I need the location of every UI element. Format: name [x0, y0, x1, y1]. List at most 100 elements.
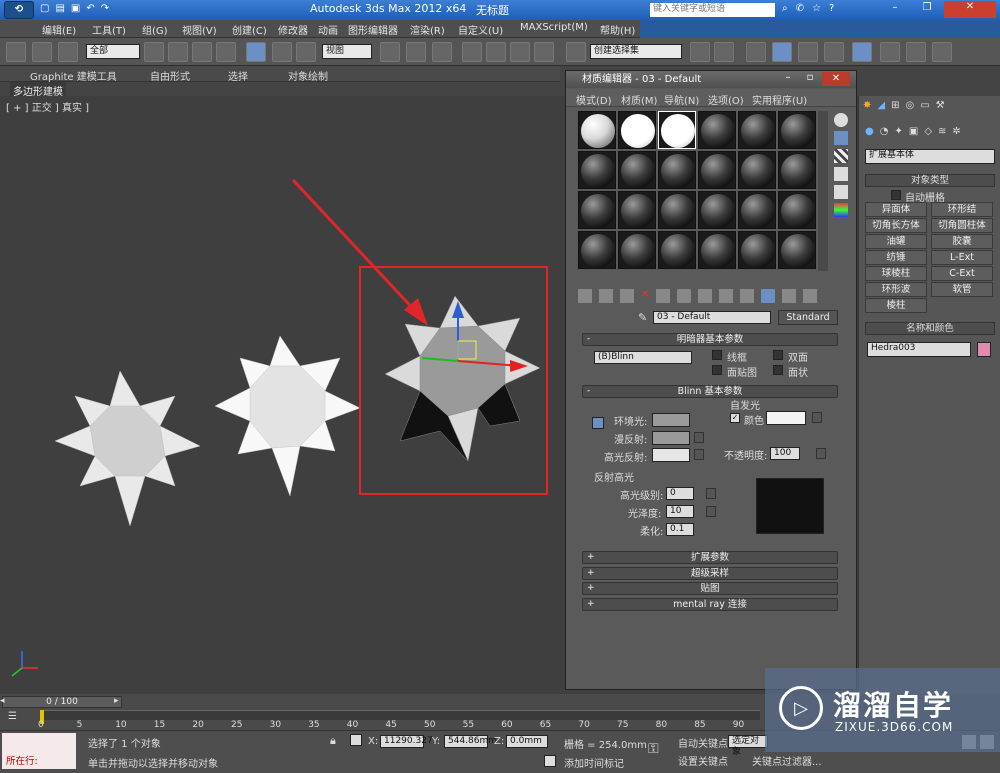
- add-time-tag[interactable]: 添加时间标记: [564, 755, 624, 770]
- soften-spinner[interactable]: 0.1: [666, 523, 694, 536]
- x-coord-field[interactable]: 11290.327: [380, 735, 433, 748]
- key-icon[interactable]: ⚿: [648, 741, 659, 757]
- align-icon[interactable]: [714, 42, 734, 62]
- material-id-icon[interactable]: [719, 289, 734, 303]
- material-sample-slot[interactable]: [618, 191, 656, 229]
- object-type-button[interactable]: 棱柱: [865, 298, 927, 313]
- open-file-icon[interactable]: ▤: [55, 3, 64, 17]
- material-sample-slot[interactable]: [698, 151, 736, 189]
- sample-slots-scrollbar[interactable]: [818, 111, 828, 271]
- material-type-button[interactable]: Standard: [778, 310, 838, 325]
- object-type-header[interactable]: 对象类型: [865, 174, 995, 187]
- angle-snap-icon[interactable]: [486, 42, 506, 62]
- named-selection-set-dropdown[interactable]: 创建选择集: [590, 44, 682, 59]
- mat-minimize-button[interactable]: –: [778, 72, 798, 86]
- edit-named-selection-icon[interactable]: [566, 42, 586, 62]
- spec-level-spinner[interactable]: 0: [666, 487, 694, 500]
- material-sample-slot[interactable]: [578, 231, 616, 269]
- object-color-swatch[interactable]: [977, 342, 991, 357]
- material-sample-slot[interactable]: [778, 151, 816, 189]
- material-sample-slot[interactable]: [618, 231, 656, 269]
- face-map-checkbox[interactable]: [712, 365, 722, 375]
- menu-edit[interactable]: 编辑(E): [42, 22, 76, 37]
- render-setup-icon[interactable]: [880, 42, 900, 62]
- menu-maxscript[interactable]: MAXScript(M): [520, 22, 588, 33]
- object-type-button[interactable]: 软管: [931, 282, 993, 297]
- new-file-icon[interactable]: ▢: [40, 3, 49, 17]
- material-sample-slot[interactable]: [658, 231, 696, 269]
- schematic-view-icon[interactable]: [824, 42, 844, 62]
- tab-freeform[interactable]: 自由形式: [150, 68, 190, 83]
- time-slider-next-button[interactable]: ▸: [114, 696, 119, 706]
- video-color-icon[interactable]: [834, 185, 848, 199]
- material-sample-slot[interactable]: [618, 151, 656, 189]
- time-slider-prev-button[interactable]: ◂: [0, 696, 5, 706]
- object-name-field[interactable]: Hedra003: [867, 342, 971, 357]
- add-time-tag-icon[interactable]: [544, 755, 556, 767]
- object-type-button[interactable]: 球棱柱: [865, 266, 927, 281]
- put-to-scene-icon[interactable]: [599, 289, 613, 303]
- show-map-icon[interactable]: [740, 289, 755, 303]
- go-to-parent-icon[interactable]: [782, 289, 797, 303]
- object-type-button[interactable]: 环形波: [865, 282, 927, 297]
- lock-ambient-diffuse-button[interactable]: [592, 417, 604, 429]
- unlink-icon[interactable]: [32, 42, 52, 62]
- mental-ray-rollout[interactable]: + mental ray 连接: [582, 598, 838, 611]
- menu-group[interactable]: 组(G): [142, 22, 168, 37]
- utilities-tab-icon[interactable]: ⚒: [936, 100, 945, 118]
- material-sample-slot[interactable]: [698, 231, 736, 269]
- snaps-toggle-icon[interactable]: [462, 42, 482, 62]
- material-sample-slot[interactable]: [658, 111, 696, 149]
- helpers-icon[interactable]: ◇: [924, 126, 932, 142]
- maps-rollout[interactable]: + 贴图: [582, 582, 838, 595]
- undo-icon[interactable]: ↶: [86, 3, 94, 17]
- sample-uv-icon[interactable]: [834, 167, 848, 181]
- mat-close-button[interactable]: ✕: [822, 72, 850, 86]
- trackbar-track[interactable]: [40, 710, 760, 720]
- material-sample-slot[interactable]: [698, 191, 736, 229]
- go-forward-icon[interactable]: [803, 289, 818, 303]
- specular-color-swatch[interactable]: [652, 448, 690, 462]
- favorites-icon[interactable]: ☆: [812, 3, 821, 14]
- menu-tools[interactable]: 工具(T): [92, 22, 126, 37]
- self-illum-map-button[interactable]: [812, 412, 822, 423]
- save-icon[interactable]: ▣: [71, 3, 80, 17]
- systems-icon[interactable]: ✲: [952, 126, 960, 142]
- autogrid-checkbox[interactable]: [891, 190, 901, 200]
- material-sample-slot[interactable]: [698, 111, 736, 149]
- trackbar-menu-icon[interactable]: ☰: [8, 711, 17, 722]
- y-coord-field[interactable]: 544.86mm: [444, 735, 497, 748]
- z-coord-field[interactable]: 0.0mm: [506, 735, 548, 748]
- mat-menu-modes[interactable]: 模式(D): [576, 92, 612, 107]
- tab-object-paint[interactable]: 对象绘制: [288, 68, 328, 83]
- object-type-button[interactable]: 环形结: [931, 202, 993, 217]
- shapes-icon[interactable]: ◔: [880, 126, 889, 142]
- object-type-button[interactable]: C-Ext: [931, 266, 993, 281]
- object-type-button[interactable]: L-Ext: [931, 250, 993, 265]
- make-preview-icon[interactable]: [834, 203, 848, 217]
- lights-icon[interactable]: ✦: [894, 126, 902, 142]
- close-button[interactable]: ✕: [944, 1, 996, 18]
- search-input[interactable]: 键入关键字或短语: [650, 3, 775, 17]
- select-object-icon[interactable]: [144, 42, 164, 62]
- material-sample-slot[interactable]: [778, 231, 816, 269]
- spec-level-map-button[interactable]: [706, 488, 716, 499]
- selection-lock-icon[interactable]: 🔒︎: [330, 734, 336, 748]
- rotate-icon[interactable]: [272, 42, 292, 62]
- menu-customize[interactable]: 自定义(U): [458, 22, 503, 37]
- scale-icon[interactable]: [296, 42, 316, 62]
- material-sample-slot[interactable]: [658, 151, 696, 189]
- diffuse-color-swatch[interactable]: [652, 431, 690, 445]
- shader-basic-header[interactable]: - 明暗器基本参数: [582, 333, 838, 346]
- mat-menu-material[interactable]: 材质(M): [621, 92, 657, 107]
- percent-snap-icon[interactable]: [510, 42, 530, 62]
- glossiness-spinner[interactable]: 10: [666, 505, 694, 518]
- object-type-button[interactable]: 切角长方体: [865, 218, 927, 233]
- help-icon[interactable]: ?: [829, 3, 834, 14]
- reference-coordinate-dropdown[interactable]: 视图: [322, 44, 372, 59]
- category-dropdown[interactable]: 扩展基本体: [865, 149, 995, 164]
- material-sample-slot[interactable]: [738, 231, 776, 269]
- render-production-icon[interactable]: [932, 42, 952, 62]
- mat-menu-options[interactable]: 选项(O): [708, 92, 744, 107]
- pick-material-icon[interactable]: ✎: [638, 311, 647, 324]
